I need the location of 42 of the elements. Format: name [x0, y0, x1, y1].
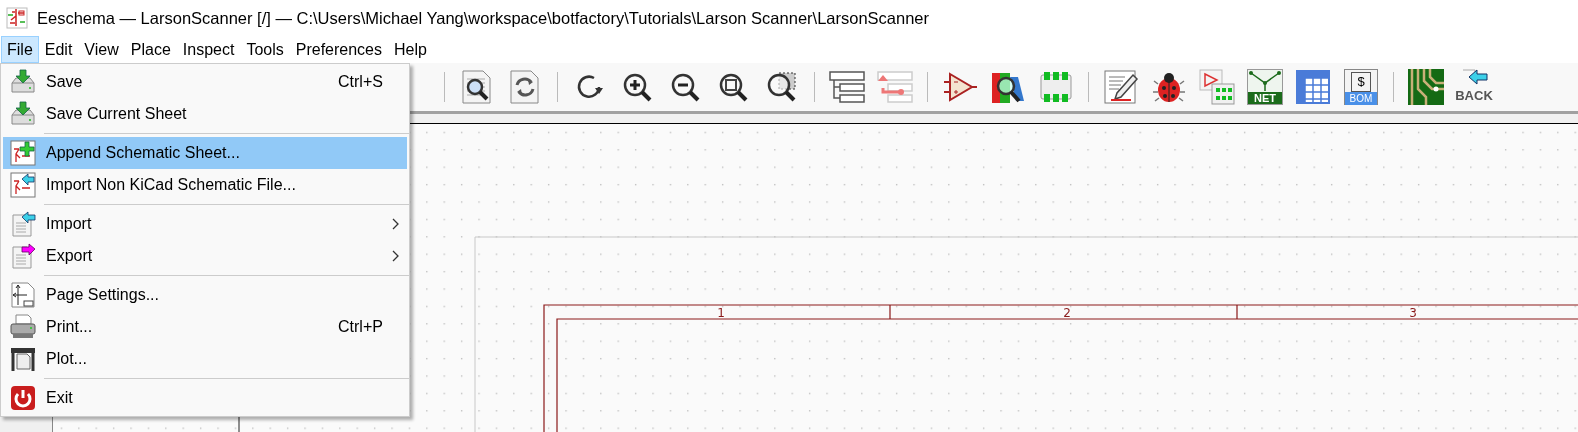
- plotter-icon: [10, 346, 36, 372]
- zoom-area-icon[interactable]: [766, 71, 798, 103]
- netlist-icon[interactable]: NET: [1247, 69, 1283, 105]
- import-sheet-icon: [10, 172, 36, 198]
- refresh-document-icon[interactable]: [508, 69, 542, 105]
- menu-item[interactable]: Tools: [240, 36, 290, 63]
- hierarchy-icon[interactable]: [828, 70, 866, 104]
- bill-of-materials-icon[interactable]: $ BOM: [1344, 69, 1378, 105]
- schematic-icon: [6, 7, 28, 29]
- zoom-fit-icon[interactable]: [718, 71, 750, 103]
- menu-item[interactable]: View: [78, 36, 125, 63]
- ladybug-icon[interactable]: [1152, 70, 1186, 104]
- column-number: 1: [717, 306, 725, 320]
- symbol-footprint-icon[interactable]: [1198, 68, 1236, 106]
- amplifier-symbol-icon[interactable]: [942, 70, 978, 104]
- menu-item[interactable]: Place: [124, 36, 177, 63]
- import-icon: [10, 211, 36, 237]
- menu-entry[interactable]: Save Ctrl+S: [3, 66, 407, 98]
- circuit-board-icon[interactable]: [1407, 68, 1445, 106]
- pencil-document-icon[interactable]: [1103, 69, 1139, 105]
- column-number: 2: [1063, 306, 1071, 320]
- save-icon: [10, 101, 36, 127]
- menu-entry[interactable]: Append Schematic Sheet...: [3, 137, 407, 169]
- menu-item[interactable]: Preferences: [289, 36, 388, 63]
- column-number: 3: [1409, 306, 1417, 320]
- export-icon: [10, 243, 36, 269]
- zoom-in-icon[interactable]: [622, 71, 654, 103]
- menu-item[interactable]: Inspect: [176, 36, 241, 63]
- power-icon: [10, 385, 36, 411]
- zoom-out-icon[interactable]: [670, 71, 702, 103]
- page-settings-icon: [10, 282, 36, 308]
- menu-item[interactable]: Help: [388, 36, 433, 63]
- printer-icon: [10, 314, 36, 340]
- window-title: Eeschema — LarsonScanner [/] — C:\Users\Michael Yang\workspace\botfactory\Tutorials\Larson Scanner\LarsonScanner: [37, 8, 930, 28]
- add-sheet-icon: [10, 140, 36, 166]
- find-document-icon[interactable]: [460, 69, 494, 105]
- table-grid-icon[interactable]: [1295, 69, 1331, 105]
- wire: [238, 414, 240, 432]
- save-icon: [10, 69, 36, 95]
- menu-item[interactable]: Edit: [38, 36, 79, 63]
- leave-sheet-icon[interactable]: [876, 70, 914, 104]
- menu-item[interactable]: File: [1, 36, 39, 63]
